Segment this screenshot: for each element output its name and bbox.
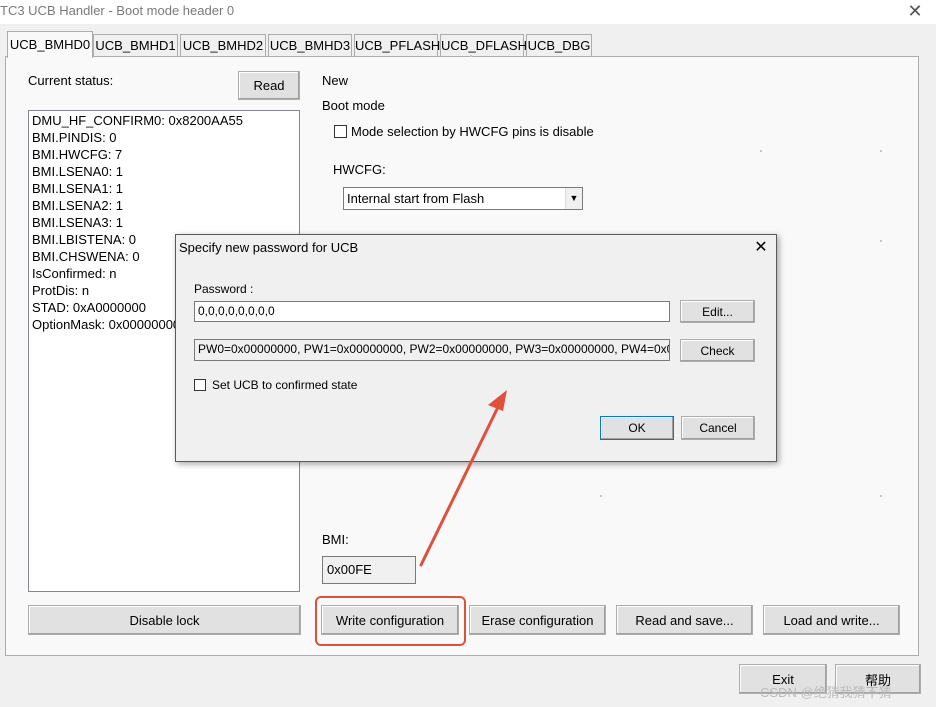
watermark: CSDN @绝猜我猜不猜 [760,685,892,700]
annotation-arrow-icon [419,390,507,567]
